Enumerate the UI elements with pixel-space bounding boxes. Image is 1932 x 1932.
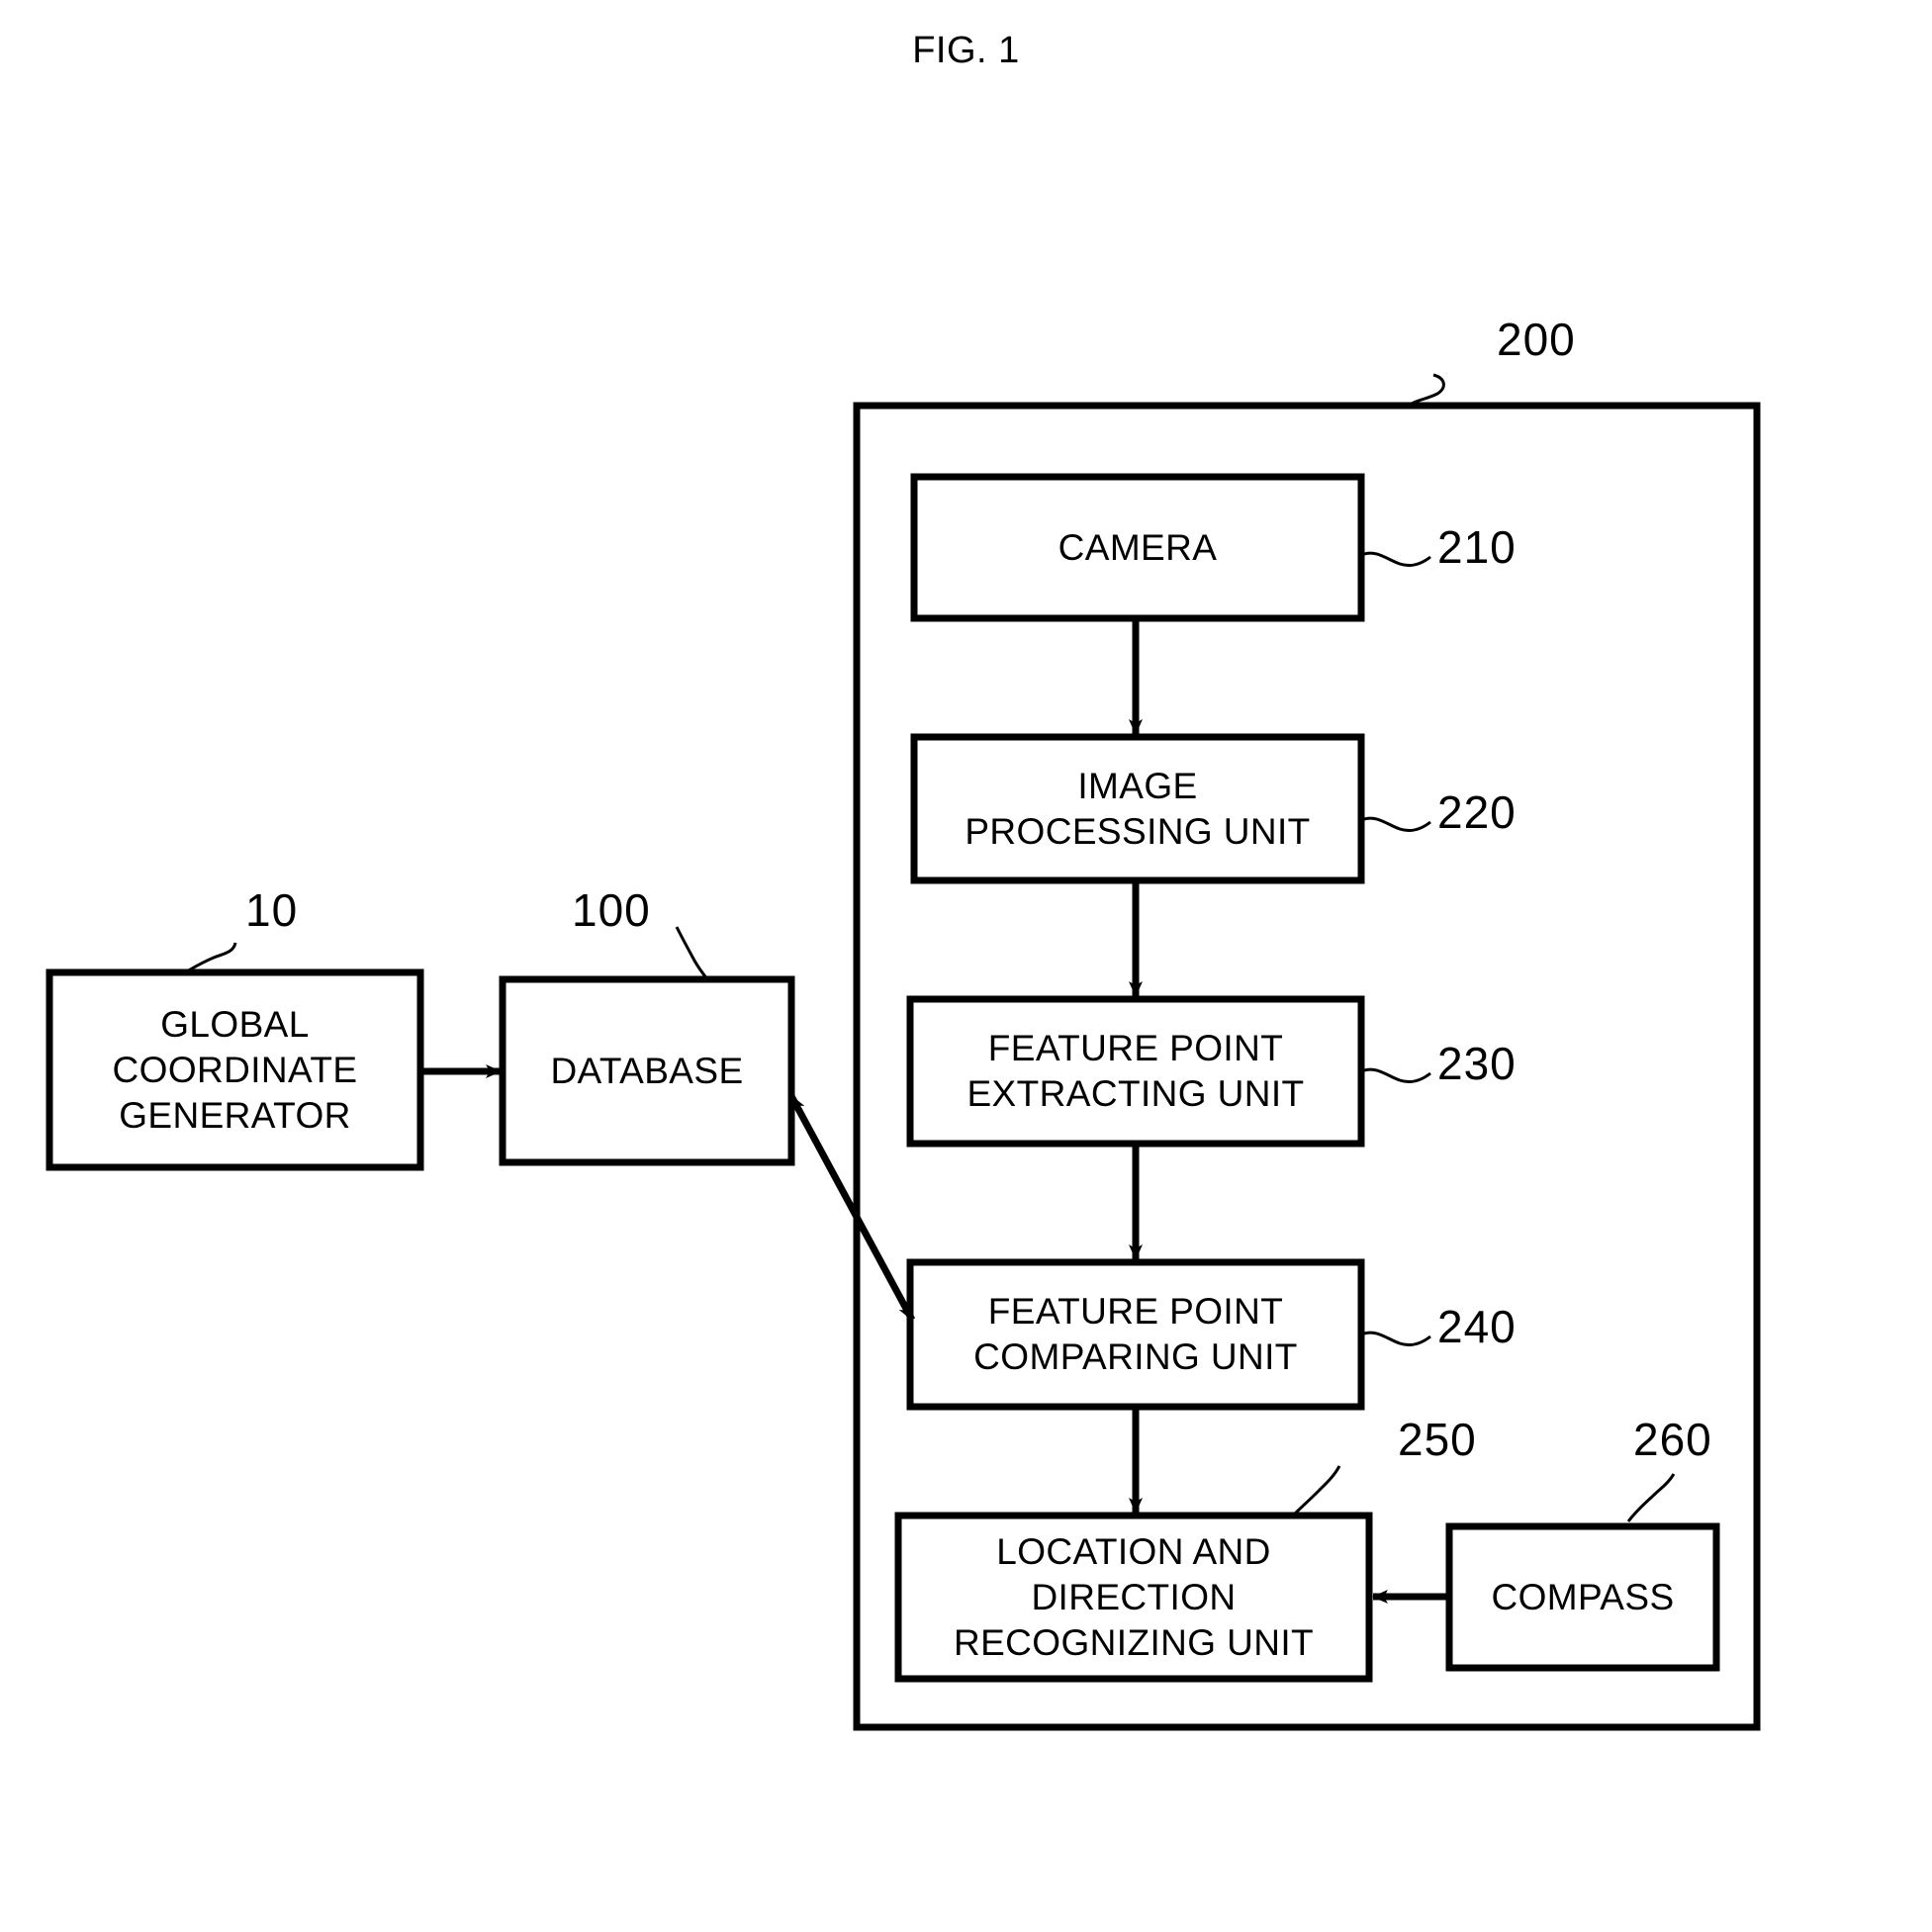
ref-numeral-260: 260 [1633, 1414, 1712, 1465]
ref-numeral-10: 10 [245, 884, 299, 936]
figure-root: FIG. 1 GLOBAL COORDINATE GENERATOR DATAB… [0, 0, 1932, 1932]
leader-line-200 [1408, 373, 1445, 408]
leader-line-230 [1363, 1067, 1431, 1084]
ref-numeral-200: 200 [1497, 314, 1576, 365]
ref-numeral-240: 240 [1437, 1301, 1517, 1352]
leader-line-10 [184, 942, 237, 974]
block-global-coordinate-generator[interactable] [46, 968, 424, 1171]
diagram-canvas [46, 373, 1761, 1731]
connector-database-to-comparing-bidirectional [787, 1094, 916, 1322]
block-feature-point-comparing-unit[interactable] [906, 1258, 1365, 1411]
block-compass[interactable] [1445, 1522, 1720, 1672]
block-database[interactable] [499, 975, 795, 1166]
block-feature-point-extracting-unit[interactable] [906, 995, 1365, 1148]
leader-line-220 [1363, 816, 1431, 833]
ref-numeral-220: 220 [1437, 786, 1517, 838]
leader-line-250 [1292, 1465, 1341, 1517]
leader-line-240 [1363, 1331, 1431, 1347]
ref-numeral-250: 250 [1398, 1414, 1477, 1465]
leader-line-210 [1363, 551, 1431, 568]
block-location-and-direction-recognizing-unit[interactable] [894, 1512, 1373, 1683]
leader-line-100 [675, 926, 710, 981]
ref-numeral-230: 230 [1437, 1038, 1517, 1089]
block-camera[interactable] [910, 473, 1365, 622]
ref-numeral-210: 210 [1437, 521, 1517, 573]
block-image-processing-unit[interactable] [910, 733, 1365, 884]
leader-line-260 [1626, 1473, 1676, 1522]
ref-numeral-100: 100 [572, 884, 651, 936]
